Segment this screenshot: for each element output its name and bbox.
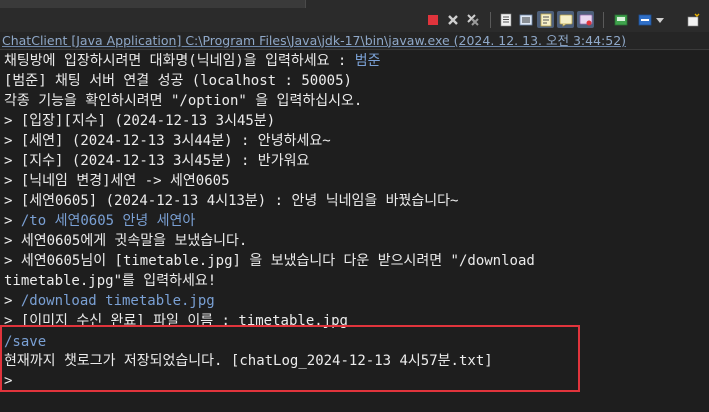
console-line: /save [4,332,46,352]
terminate-icon[interactable] [424,11,441,28]
user-input-text: 범준 [354,53,381,69]
console-line: > [닉네임 변경]세연 -> 세연0605 [4,173,230,189]
console-line: > 세연0605에게 귓속말을 보냈습니다. [4,233,248,249]
remove-all-icon[interactable] [464,11,481,28]
console-line: > [세연0605] (2024-12-13 4시13분) : 안녕 닉네임을 … [4,193,459,209]
user-input-text: /save [4,334,47,350]
open-console-icon[interactable] [636,11,653,28]
new-console-icon[interactable] [684,11,701,28]
console-line: 각종 기능을 확인하시려면 "/option" 을 입력하십시오. [4,93,363,109]
console-line: timetable.jpg"를 입력하세요! [4,273,217,289]
console-prompt[interactable]: > [4,371,21,391]
show-on-output-icon[interactable] [557,11,574,28]
console-line: 현재까지 챗로그가 저장되었습니다. [chatLog_2024-12-13 4… [4,353,493,369]
pin-console-icon[interactable] [577,11,594,28]
console-line: > [세연] (2024-12-13 3시44분) : 안녕하세요~ [4,133,331,149]
console-line: [범준] 채팅 서버 연결 성공 (localhost : 50005) [4,73,352,89]
user-input-text: /to 세연0605 안녕 세연아 [20,213,196,229]
word-wrap-icon[interactable] [537,11,554,28]
console-line: > /to 세연0605 안녕 세연아 [4,213,196,229]
console-line: > [지수] (2024-12-13 3시45분) : 반가워요 [4,153,310,169]
process-title-text: ChatClient [Java Application] C:\Program… [2,33,627,48]
editor-tab-strip [0,0,709,8]
console-line: > [입장][지수] (2024-12-13 3시45분) [4,113,276,129]
console-view-icon[interactable] [497,11,514,28]
console-output[interactable]: 채팅방에 입장하시려면 대화명(닉네임)을 입력하세요 : 범준 [범준] 채팅… [0,51,709,412]
display-console-icon[interactable] [612,11,629,28]
remove-launch-icon[interactable] [444,11,461,28]
dropdown-icon[interactable] [654,11,666,28]
user-input-text: /download timetable.jpg [20,293,215,309]
console-line: > [이미지 수신 완료] 파일 이름 : timetable.jpg [4,313,348,329]
console-line: 채팅방에 입장하시려면 대화명(닉네임)을 입력하세요 : 범준 [4,53,381,69]
process-title: ChatClient [Java Application] C:\Program… [0,32,709,50]
console-line: > 세연0605님이 [timetable.jpg] 을 보냈습니다 다운 받으… [4,253,535,269]
scroll-lock-icon[interactable] [517,11,534,28]
console-toolbar [0,8,709,32]
console-tab[interactable] [0,0,306,8]
console-line: > /download timetable.jpg [4,293,215,309]
